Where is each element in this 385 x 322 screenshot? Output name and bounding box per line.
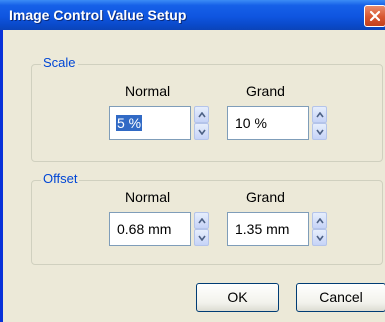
scale-grand-up-button[interactable] — [312, 106, 327, 123]
scale-normal-down-button[interactable] — [194, 123, 209, 140]
close-icon — [369, 10, 381, 22]
chevron-up-icon — [198, 218, 206, 224]
scale-grand-label: Grand — [246, 83, 285, 99]
scale-grand-down-button[interactable] — [312, 123, 327, 140]
scale-normal-input[interactable]: 5 % — [109, 106, 191, 140]
offset-grand-down-button[interactable] — [312, 229, 327, 246]
chevron-down-icon — [198, 235, 206, 241]
offset-normal-input[interactable]: 0.68 mm — [109, 212, 191, 246]
scale-grand-value: 10 % — [235, 115, 267, 131]
cancel-button[interactable]: Cancel — [296, 283, 385, 312]
chevron-down-icon — [316, 235, 324, 241]
offset-grand-value: 1.35 mm — [235, 221, 290, 237]
offset-grand-input[interactable]: 1.35 mm — [227, 212, 309, 246]
chevron-down-icon — [198, 129, 206, 135]
chevron-up-icon — [198, 112, 206, 118]
scale-normal-up-button[interactable] — [194, 106, 209, 123]
title-bar[interactable]: Image Control Value Setup — [0, 0, 385, 30]
offset-normal-arrows — [194, 212, 209, 246]
offset-normal-down-button[interactable] — [194, 229, 209, 246]
offset-grand-up-button[interactable] — [312, 212, 327, 229]
scale-normal-arrows — [194, 106, 209, 140]
scale-grand-arrows — [312, 106, 327, 140]
offset-normal-up-button[interactable] — [194, 212, 209, 229]
scale-normal-label: Normal — [125, 83, 171, 99]
offset-normal-value: 0.68 mm — [117, 221, 172, 237]
close-button[interactable] — [364, 5, 385, 27]
offset-group-label: Offset — [41, 171, 80, 186]
chevron-up-icon — [316, 112, 324, 118]
scale-normal-value: 5 % — [116, 115, 143, 131]
scale-grand-input[interactable]: 10 % — [227, 106, 309, 140]
offset-normal-label: Normal — [125, 189, 171, 205]
chevron-up-icon — [316, 218, 324, 224]
offset-grand-arrows — [312, 212, 327, 246]
chevron-down-icon — [316, 129, 324, 135]
window-title: Image Control Value Setup — [9, 7, 187, 23]
offset-grand-label: Grand — [246, 189, 285, 205]
scale-group-label: Scale — [41, 55, 78, 70]
ok-button[interactable]: OK — [196, 283, 279, 312]
dialog-window: Image Control Value Setup Scale Normal G… — [0, 0, 385, 322]
